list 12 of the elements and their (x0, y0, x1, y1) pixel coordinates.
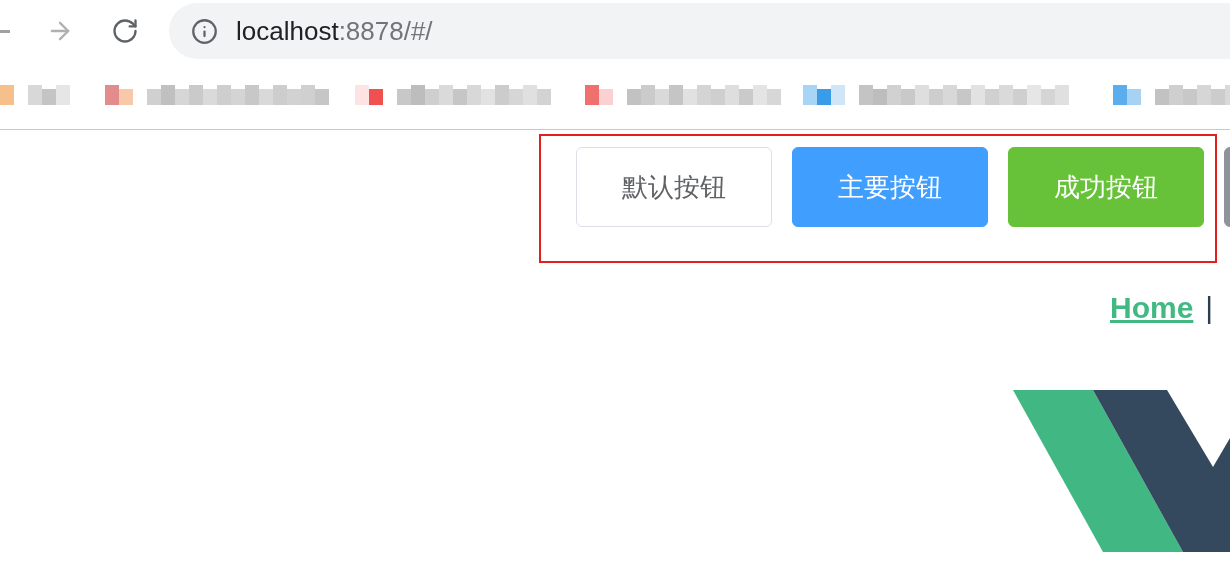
button[interactable]: 成功按钮 (1008, 147, 1204, 227)
url-path: :8878/#/ (338, 14, 433, 48)
address-bar[interactable]: localhost:8878/#/ (169, 3, 1230, 59)
button[interactable]: 主要按钮 (792, 147, 988, 227)
link-separator: | (1205, 289, 1214, 326)
home-link[interactable]: Home (1110, 284, 1194, 330)
reload-icon (111, 17, 139, 45)
url-host: localhost (236, 14, 339, 48)
logo-icon (1013, 390, 1230, 552)
reload-button[interactable] (110, 16, 140, 46)
info-icon[interactable] (191, 17, 218, 45)
button[interactable]: 默认按钮 (576, 147, 772, 227)
